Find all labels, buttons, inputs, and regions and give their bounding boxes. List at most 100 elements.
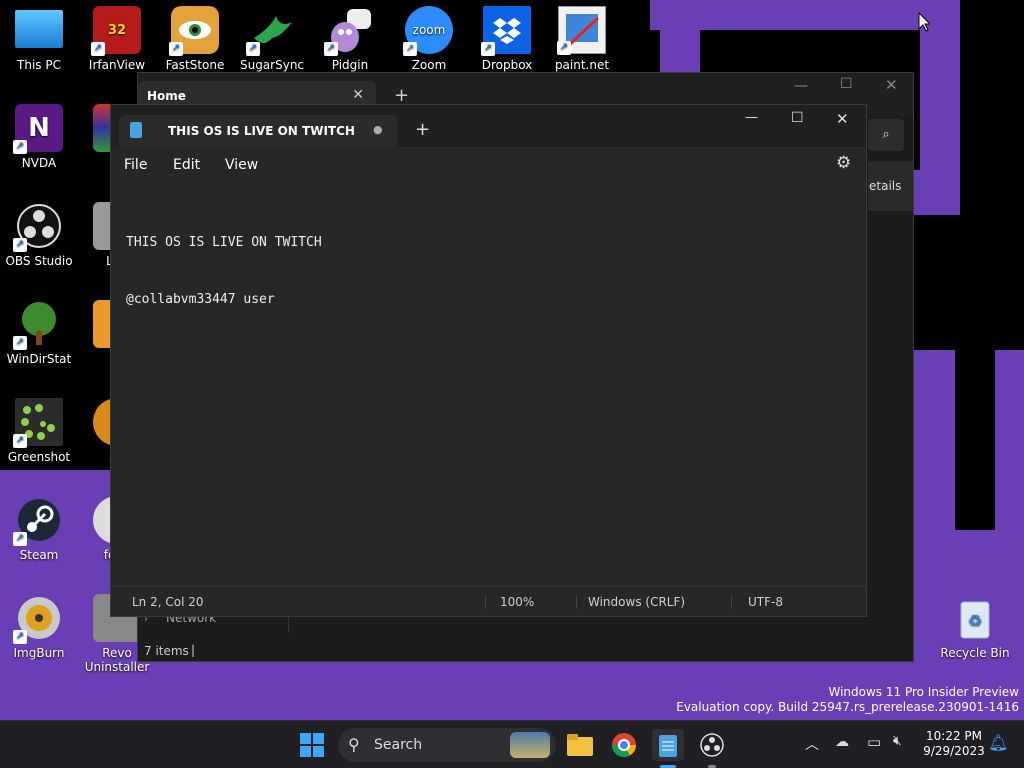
chrome-icon: [612, 733, 636, 758]
desktop-icon-recycle-bin[interactable]: ♻ Recycle Bin: [936, 594, 1014, 660]
close-icon[interactable]: ✕: [836, 110, 849, 128]
close-icon[interactable]: ✕: [352, 87, 364, 103]
editor-line: THIS OS IS LIVE ON TWITCH: [126, 235, 322, 250]
taskbar-notepad[interactable]: [652, 729, 684, 768]
taskbar-obs[interactable]: [696, 729, 728, 768]
notepad-tab-title: THIS OS IS LIVE ON TWITCH: [168, 124, 355, 138]
desktop-icon-dropbox[interactable]: ↗ Dropbox: [469, 6, 545, 72]
notepad-tab[interactable]: THIS OS IS LIVE ON TWITCH ●: [119, 115, 397, 147]
new-tab-icon[interactable]: +: [415, 119, 430, 140]
editor-content[interactable]: THIS OS IS LIVE ON TWITCH @collabvm33447…: [126, 195, 322, 347]
details-pane: etails: [868, 161, 913, 211]
shortcut-arrow-icon: ↗: [481, 42, 495, 56]
close-icon[interactable]: ✕: [885, 76, 898, 94]
windows-logo-icon: [300, 733, 324, 757]
dropbox-icon: ↗: [481, 6, 531, 56]
encoding[interactable]: UTF-8: [748, 595, 783, 609]
line-ending[interactable]: Windows (CRLF): [588, 595, 685, 609]
chevron-up-icon[interactable]: ︿: [805, 734, 819, 754]
desktop-icon-label: ImgBurn: [13, 646, 65, 660]
taskbar: ⚲ Search ︿ ☁ ▭ 🔇︎ 10:22 PM 9/29/2023 🔔︎: [0, 720, 1024, 768]
recycle-bin-icon: ♻: [951, 594, 999, 642]
desktop-icon-steam[interactable]: ↗ Steam: [1, 496, 77, 562]
eye-shape: [179, 21, 211, 39]
volume-muted-icon[interactable]: 🔇︎: [893, 733, 902, 749]
items-count: 7 items: [144, 644, 189, 658]
shortcut-arrow-icon: ↗: [13, 630, 27, 644]
menu-edit[interactable]: Edit: [173, 157, 200, 173]
steam-icon: ↗: [13, 496, 63, 546]
desktop-icon-label: Greenshot: [7, 450, 71, 464]
desktop-icon-paintnet[interactable]: ↗ paint.net: [544, 6, 620, 72]
editor-line: @collabvm33447 user: [126, 292, 275, 307]
desktop-icon-label: paint.net: [554, 58, 610, 72]
desktop-icon-obs[interactable]: ↗ OBS Studio: [1, 202, 77, 268]
desktop-icon-nvda[interactable]: N ↗ NVDA: [1, 104, 77, 170]
zoom-level[interactable]: 100%: [500, 595, 534, 609]
divider: [485, 595, 486, 609]
date: 9/29/2023: [923, 744, 985, 758]
menu-file[interactable]: File: [124, 157, 147, 173]
greenshot-icon: ↗: [13, 398, 63, 448]
desktop-icon-label: This PC: [17, 58, 61, 72]
status-bar: Ln 2, Col 20 100% Windows (CRLF) UTF-8: [111, 586, 866, 616]
maximize-icon[interactable]: ☐: [791, 110, 804, 126]
minimize-icon[interactable]: —: [794, 78, 808, 94]
desktop-icon-greenshot[interactable]: ↗ Greenshot: [1, 398, 77, 464]
maximize-icon[interactable]: ☐: [840, 76, 853, 92]
hummingbird-icon: ↗: [246, 6, 296, 56]
menu-view[interactable]: View: [225, 157, 258, 173]
desktop-icon-imgburn[interactable]: ↗ ImgBurn: [1, 594, 77, 660]
taskbar-chrome[interactable]: [608, 729, 640, 761]
desktop-icon-sugarsync[interactable]: ↗ SugarSync: [234, 6, 310, 72]
folder-icon: [567, 734, 593, 756]
details-label[interactable]: etails: [869, 179, 901, 193]
irfanview-badge: 32: [107, 22, 127, 38]
faststone-eye-icon: ↗: [169, 6, 219, 56]
desktop: This PC 32 ↗ IrfanView ↗ FastStone ↗ Suga…: [0, 0, 1024, 768]
tree-icon: ↗: [13, 300, 63, 350]
bin-shape: ♻: [960, 601, 990, 639]
pidgin-bird-icon: ↗: [324, 6, 374, 56]
taskbar-file-explorer[interactable]: [564, 729, 596, 761]
zoom-icon: zoom ↗: [403, 6, 453, 56]
network-icon[interactable]: ▭: [867, 733, 881, 751]
notepad-window[interactable]: THIS OS IS LIVE ON TWITCH ● + — ☐ ✕ File…: [110, 104, 867, 617]
shortcut-arrow-icon: ↗: [324, 42, 338, 56]
onedrive-icon[interactable]: ☁: [835, 734, 849, 750]
shortcut-arrow-icon: ↗: [403, 42, 417, 56]
unsaved-dot-icon: ●: [373, 123, 383, 136]
computer-icon: [15, 10, 63, 48]
shortcut-arrow-icon: ↗: [557, 41, 571, 55]
new-tab-icon[interactable]: +: [394, 85, 409, 106]
desktop-icon-zoom[interactable]: zoom ↗ Zoom: [391, 6, 467, 72]
minimize-icon[interactable]: —: [745, 110, 758, 125]
disc-icon: ↗: [13, 594, 63, 644]
desktop-icon-label: FastStone: [165, 58, 225, 72]
gear-icon[interactable]: ⚙: [836, 153, 851, 173]
desktop-icon-label: IrfanView: [88, 58, 146, 72]
desktop-icon-this-pc[interactable]: This PC: [1, 6, 77, 72]
search-highlight-icon: [510, 732, 550, 758]
cursor-position: Ln 2, Col 20: [132, 595, 204, 609]
obs-icon: [700, 733, 724, 757]
divider: [731, 595, 732, 609]
notepad-icon: [659, 735, 677, 757]
search-icon[interactable]: ⌕: [868, 119, 904, 151]
desktop-icon-windirstat[interactable]: ↗ WinDirStat: [1, 300, 77, 366]
notification-bell-icon[interactable]: 🔔︎: [988, 733, 1008, 752]
shortcut-arrow-icon: ↗: [13, 434, 27, 448]
text-editor[interactable]: THIS OS IS LIVE ON TWITCH @collabvm33447…: [111, 181, 866, 586]
menu-bar: File Edit View ⚙: [111, 147, 866, 181]
clock[interactable]: 10:22 PM 9/29/2023: [920, 729, 988, 759]
shortcut-arrow-icon: ↗: [246, 42, 260, 56]
explorer-tab-title: Home: [147, 89, 186, 103]
nvda-icon: N ↗: [13, 104, 63, 154]
desktop-icon-faststone[interactable]: ↗ FastStone: [157, 6, 233, 72]
svg-text:♻: ♻: [968, 611, 982, 630]
search-box[interactable]: ⚲ Search: [338, 728, 556, 762]
desktop-icon-pidgin[interactable]: ↗ Pidgin: [312, 6, 388, 72]
start-button[interactable]: [296, 729, 328, 761]
desktop-icon-irfanview[interactable]: 32 ↗ IrfanView: [79, 6, 155, 72]
wallpaper-shape: [955, 350, 995, 530]
